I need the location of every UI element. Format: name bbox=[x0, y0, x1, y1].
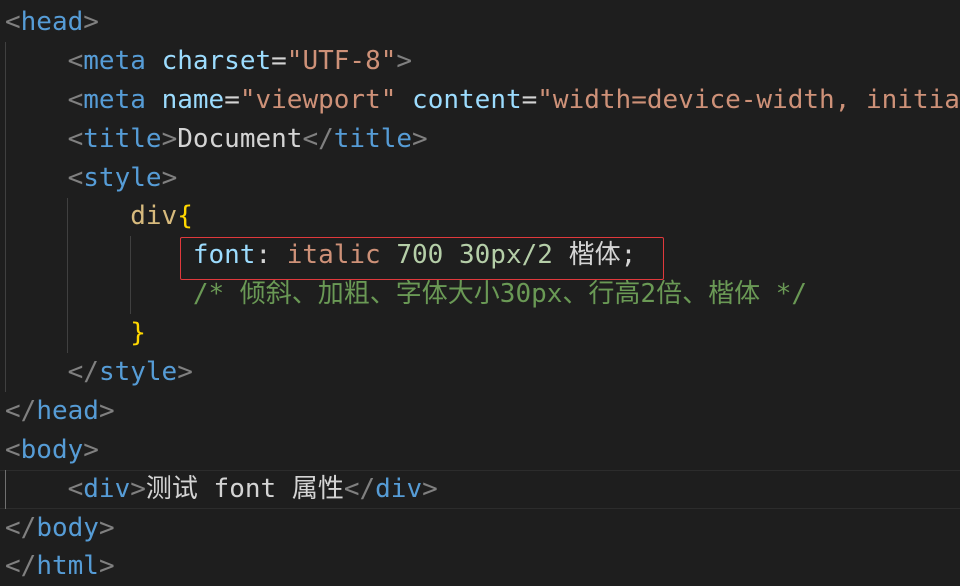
tag-bracket-token: </ bbox=[343, 473, 376, 504]
css-selector-token: div bbox=[130, 201, 178, 232]
text-token: : bbox=[255, 240, 272, 271]
tag-bracket-token: > bbox=[98, 512, 115, 543]
tag-bracket-token: </ bbox=[5, 512, 37, 543]
tag-name-token: div bbox=[83, 473, 131, 504]
tag-bracket-token: < bbox=[67, 84, 84, 115]
tag-bracket-token: > bbox=[161, 162, 178, 193]
tag-name-token: title bbox=[83, 123, 162, 154]
tag-bracket-token: > bbox=[177, 357, 193, 388]
tag-bracket-token: < bbox=[67, 473, 84, 504]
tag-bracket-token: </ bbox=[67, 357, 99, 388]
tag-bracket-token: </ bbox=[5, 395, 37, 426]
attribute-name-token: charset bbox=[161, 45, 272, 76]
string-token: "UTF-8" bbox=[286, 45, 397, 76]
code-line[interactable]: <meta charset="UTF-8"> bbox=[0, 42, 960, 81]
code-line[interactable]: <title>Document</title> bbox=[0, 120, 960, 159]
text-token: ; bbox=[620, 240, 637, 271]
tag-name-token: style bbox=[83, 162, 162, 193]
tag-bracket-token: > bbox=[98, 551, 115, 582]
tag-name-token: body bbox=[20, 434, 84, 465]
string-token: "width=device-width, initia bbox=[537, 84, 960, 115]
text-token: Document bbox=[177, 123, 303, 154]
code-line[interactable]: </style> bbox=[0, 353, 960, 392]
tag-bracket-token: < bbox=[5, 434, 21, 465]
code-line[interactable]: font: italic 700 30px/2 楷体; bbox=[0, 236, 960, 275]
tag-bracket-token: > bbox=[161, 123, 178, 154]
attribute-name-token: content bbox=[412, 84, 522, 115]
tag-name-token: meta bbox=[83, 45, 146, 76]
tag-bracket-token: </ bbox=[302, 123, 334, 154]
code-editor[interactable]: <head> <meta charset="UTF-8"> <meta name… bbox=[0, 0, 960, 586]
code-line[interactable]: <style> bbox=[0, 159, 960, 198]
code-line[interactable]: <meta name="viewport" content="width=dev… bbox=[0, 81, 960, 120]
tag-bracket-token: > bbox=[396, 45, 413, 76]
code-text-area[interactable]: <head> <meta charset="UTF-8"> <meta name… bbox=[0, 3, 960, 586]
tag-name-token: html bbox=[36, 551, 99, 582]
css-number-token: 30px/2 bbox=[458, 240, 553, 271]
tag-bracket-token: > bbox=[83, 434, 99, 465]
css-property-token: font bbox=[192, 240, 256, 271]
css-number-token: 700 bbox=[396, 240, 444, 271]
string-token: "viewport" bbox=[239, 84, 397, 115]
css-brace-token: { bbox=[177, 201, 193, 232]
code-line[interactable]: /* 倾斜、加粗、字体大小30px、行高2倍、楷体 */ bbox=[0, 275, 960, 314]
tag-name-token: div bbox=[375, 473, 423, 504]
tag-bracket-token: > bbox=[412, 123, 428, 154]
tag-bracket-token: > bbox=[422, 473, 438, 504]
code-line[interactable]: <body> bbox=[0, 431, 960, 470]
tag-name-token: head bbox=[20, 7, 84, 37]
tag-bracket-token: </ bbox=[5, 551, 37, 582]
code-line[interactable]: <head> bbox=[0, 3, 960, 42]
css-value-token: italic bbox=[286, 240, 381, 271]
code-line[interactable]: </html> bbox=[0, 547, 960, 586]
tag-name-token: body bbox=[36, 512, 99, 543]
tag-name-token: title bbox=[333, 123, 413, 154]
tag-name-token: head bbox=[36, 395, 99, 426]
tag-bracket-token: > bbox=[83, 7, 99, 37]
tag-bracket-token: < bbox=[67, 162, 84, 193]
text-token: = bbox=[271, 45, 287, 76]
tag-bracket-token: < bbox=[5, 7, 21, 37]
code-line[interactable]: </body> bbox=[0, 509, 960, 548]
comment-token: /* 倾斜、加粗、字体大小30px、行高2倍、楷体 */ bbox=[192, 279, 808, 310]
attribute-name-token: name bbox=[161, 84, 225, 115]
text-token: 楷体 bbox=[568, 240, 621, 271]
tag-name-token: meta bbox=[83, 84, 146, 115]
tag-name-token: style bbox=[98, 357, 178, 388]
code-line[interactable]: div{ bbox=[0, 197, 960, 236]
code-line[interactable]: } bbox=[0, 314, 960, 353]
text-token: = bbox=[224, 84, 240, 115]
tag-bracket-token: > bbox=[130, 473, 146, 504]
code-line[interactable]: <div>测试 font 属性</div> bbox=[0, 470, 960, 509]
css-brace-token: } bbox=[130, 318, 146, 349]
tag-bracket-token: < bbox=[67, 123, 84, 154]
text-token: 测试 font 属性 bbox=[145, 473, 344, 504]
tag-bracket-token: < bbox=[67, 45, 84, 76]
code-line[interactable]: </head> bbox=[0, 392, 960, 431]
tag-bracket-token: > bbox=[98, 395, 115, 426]
text-token: = bbox=[521, 84, 538, 115]
